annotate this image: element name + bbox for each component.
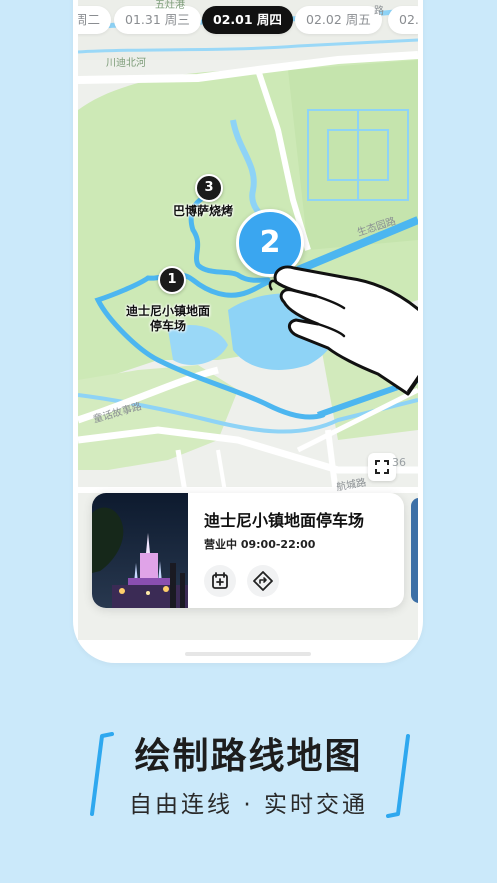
date-tab-0201[interactable]: 02.01 周四 <box>202 6 293 34</box>
navigate-button[interactable] <box>247 565 279 597</box>
route-pin-3[interactable]: 3 <box>195 174 223 202</box>
app-screen: 周二 01.31 周三 02.01 周四 02.02 周五 02. 五灶港 川迪… <box>78 0 418 640</box>
calendar-add-icon <box>212 572 228 589</box>
place-card[interactable]: 迪士尼小镇地面停车场 营业中 09:00-22:00 <box>92 493 404 608</box>
next-place-card-peek[interactable] <box>411 498 418 603</box>
drawing-hand-icon <box>268 265 418 396</box>
promo-subline: 自由连线 · 实时交通 <box>129 792 368 818</box>
place-title: 迪士尼小镇地面停车场 <box>204 511 365 530</box>
add-to-schedule-button[interactable] <box>204 565 236 597</box>
label-chuandi-river: 川迪北河 <box>106 58 146 69</box>
date-tab-0202[interactable]: 02.02 周五 <box>295 6 382 34</box>
place-hours: 营业中 09:00-22:00 <box>204 538 316 551</box>
poi-label-babosa: 巴博萨烧烤 <box>173 204 234 218</box>
label-road-partial: 路 <box>374 6 384 17</box>
label-wuzhu-harbor: 五灶港 <box>155 0 185 11</box>
navigate-icon <box>253 571 273 591</box>
route-map[interactable]: 周二 01.31 周三 02.01 周四 02.02 周五 02. 五灶港 川迪… <box>78 0 418 511</box>
date-tab-bar: 周二 01.31 周三 02.01 周四 02.02 周五 02. <box>78 6 418 36</box>
route-pin-1[interactable]: 1 <box>158 266 186 294</box>
poi-label-parking-line2: 停车场 <box>150 319 187 333</box>
place-photo <box>92 493 188 608</box>
home-indicator <box>185 652 311 656</box>
promo-headline: 绘制路线地图 <box>134 736 363 777</box>
poi-label-parking-line1: 迪士尼小镇地面 <box>126 304 211 318</box>
date-tab-0203[interactable]: 02. <box>388 6 418 34</box>
poi-label-parking: 迪士尼小镇地面 停车场 <box>126 304 210 334</box>
date-tab-tue[interactable]: 周二 <box>78 6 112 34</box>
map-scale-label: 36 <box>392 456 406 469</box>
phone-frame: 周二 01.31 周三 02.01 周四 02.02 周五 02. 五灶港 川迪… <box>73 0 423 663</box>
